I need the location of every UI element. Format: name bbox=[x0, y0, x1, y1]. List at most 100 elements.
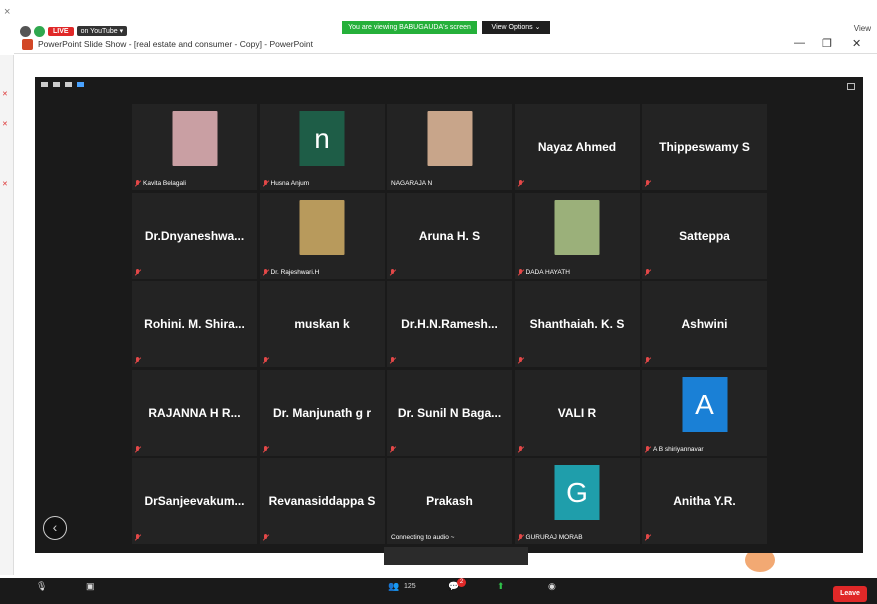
share-screen-icon[interactable]: ⬆ bbox=[497, 581, 505, 592]
participants-count: 125 bbox=[404, 583, 416, 590]
participant-tile[interactable]: RAJANNA H R... bbox=[132, 369, 257, 456]
exit-fullscreen-icon[interactable] bbox=[847, 83, 855, 90]
participant-tile[interactable]: A A B shiriyannavar bbox=[642, 369, 767, 456]
participant-tile[interactable]: Dr.H.N.Ramesh... bbox=[387, 281, 512, 367]
participant-grid: Kavita Belagali n Husna Anjum NAGARAJA N Nay… bbox=[132, 104, 767, 548]
participant-label: A B shiriyannavar bbox=[653, 445, 704, 453]
participant-tile[interactable]: NAGARAJA N bbox=[387, 104, 512, 190]
strip-view-icon[interactable] bbox=[65, 82, 72, 87]
powerpoint-icon bbox=[22, 39, 33, 50]
close-window-button[interactable]: ✕ bbox=[852, 37, 861, 50]
record-button-icon[interactable]: ◉ bbox=[548, 581, 556, 592]
meeting-controls: 🎙 ▣ 👥 125 💬 2 ⬆ ◉ Leave bbox=[0, 578, 877, 604]
participant-tile[interactable]: Prakash Connecting to audio ~ bbox=[387, 458, 512, 544]
participant-tile[interactable]: Shanthaiah. K. S bbox=[514, 281, 640, 367]
participant-photo bbox=[172, 111, 217, 166]
participant-name: Nayaz Ahmed bbox=[537, 140, 617, 154]
tooltip bbox=[384, 547, 528, 565]
shield-icon[interactable] bbox=[34, 25, 45, 37]
restore-button[interactable]: ❐ bbox=[822, 37, 832, 50]
participant-photo bbox=[554, 199, 600, 255]
mic-muted-icon bbox=[263, 445, 269, 453]
screen-share-banner: You are viewing BABUGAUDA's screen bbox=[342, 21, 477, 34]
speaker-view-icon[interactable] bbox=[53, 82, 60, 87]
window-title: PowerPoint Slide Show - [real estate and… bbox=[38, 39, 313, 49]
screen: × LIVE on YouTube ▾ You are viewing BABU… bbox=[0, 0, 877, 604]
participant-tile[interactable]: Ashwini bbox=[642, 281, 767, 367]
mic-muted-icon bbox=[518, 445, 524, 453]
mic-muted-icon bbox=[518, 534, 524, 541]
leave-button[interactable]: Leave bbox=[833, 586, 867, 602]
participant-name: Satteppa bbox=[679, 228, 730, 243]
mute-icon: ✕ bbox=[2, 181, 8, 188]
mic-muted-icon bbox=[645, 268, 651, 276]
participant-avatar: A bbox=[682, 376, 727, 432]
participant-tile[interactable]: G GURURAJ MORAB bbox=[514, 458, 640, 544]
participant-tile[interactable]: n Husna Anjum bbox=[259, 104, 385, 190]
participant-tile[interactable]: Kavita Belagali bbox=[132, 104, 257, 190]
view-button[interactable]: View bbox=[854, 24, 871, 33]
view-options-button[interactable]: View Options ⌄ bbox=[482, 21, 550, 34]
participant-tile[interactable]: Nayaz Ahmed bbox=[514, 104, 640, 190]
video-off-icon[interactable]: ▣ bbox=[86, 581, 95, 592]
participant-tile[interactable]: Dr.Dnyaneshwa... bbox=[132, 192, 257, 279]
left-sidebar: ✕ ✕ ✕ bbox=[0, 55, 14, 575]
mic-muted-icon bbox=[135, 268, 141, 276]
chat-badge: 2 bbox=[457, 578, 466, 587]
zoom-gallery: Kavita Belagali n Husna Anjum NAGARAJA N Nay… bbox=[35, 77, 863, 553]
participant-label: Dr. Rajeshwari.H bbox=[270, 268, 320, 276]
gallery-view-icon[interactable] bbox=[77, 82, 84, 87]
audio-status: Connecting to audio ~ bbox=[391, 534, 455, 541]
participant-tile[interactable]: Thippeswamy S bbox=[642, 104, 767, 190]
previous-page-button[interactable]: ‹ bbox=[43, 516, 67, 540]
mic-muted-icon bbox=[518, 357, 524, 364]
mic-muted-icon bbox=[645, 180, 651, 187]
participant-avatar: n bbox=[299, 111, 345, 166]
participant-name: Dr.Dnyaneshwa... bbox=[144, 228, 245, 243]
participant-tile[interactable]: VALI R bbox=[514, 369, 640, 456]
record-icon[interactable] bbox=[20, 25, 31, 37]
live-badge[interactable]: LIVE bbox=[48, 26, 74, 36]
participant-label: DADA HAYATH bbox=[525, 268, 570, 276]
mic-muted-icon bbox=[645, 357, 651, 364]
stream-status: LIVE on YouTube ▾ bbox=[20, 24, 128, 38]
participant-tile[interactable]: Revanasiddappa S bbox=[259, 458, 385, 544]
participant-name: VALI R bbox=[557, 405, 597, 420]
mic-muted-icon bbox=[263, 180, 269, 187]
mic-muted-icon bbox=[135, 180, 141, 187]
participant-tile[interactable]: Aruna H. S bbox=[387, 192, 512, 279]
mute-icon: ✕ bbox=[2, 121, 8, 128]
mic-muted-icon bbox=[390, 268, 396, 276]
participant-name: Anitha Y.R. bbox=[673, 494, 736, 508]
participant-tile[interactable]: DrSanjeevakum... bbox=[132, 458, 257, 544]
mic-muted-icon[interactable]: 🎙 bbox=[36, 581, 47, 592]
participant-tile[interactable]: Anitha Y.R. bbox=[642, 458, 767, 544]
mic-muted-icon bbox=[645, 534, 651, 541]
participant-name: DrSanjeevakum... bbox=[144, 494, 245, 508]
participant-label: NAGARAJA N bbox=[391, 180, 433, 187]
participant-tile[interactable]: Dr. Sunil N Baga... bbox=[387, 369, 512, 456]
participant-name: Dr.H.N.Ramesh... bbox=[401, 317, 498, 331]
mic-muted-icon bbox=[518, 180, 524, 187]
participant-name: Thippeswamy S bbox=[659, 140, 750, 154]
close-icon[interactable]: × bbox=[4, 6, 10, 18]
participant-tile[interactable]: Dr. Manjunath g r bbox=[259, 369, 385, 456]
mic-muted-icon bbox=[135, 534, 141, 541]
youtube-dropdown[interactable]: on YouTube ▾ bbox=[76, 26, 128, 36]
participant-tile[interactable]: muskan k bbox=[259, 281, 385, 367]
participant-tile[interactable]: Satteppa bbox=[642, 192, 767, 279]
participant-name: Dr. Sunil N Baga... bbox=[397, 405, 502, 420]
participant-name: Ashwini bbox=[681, 317, 728, 331]
participant-tile[interactable]: DADA HAYATH bbox=[514, 192, 640, 279]
participants-icon[interactable]: 👥 bbox=[388, 581, 399, 592]
participant-tile[interactable]: Rohini. M. Shira... bbox=[132, 281, 257, 367]
mic-muted-icon bbox=[518, 268, 524, 276]
participant-label: Husna Anjum bbox=[270, 180, 310, 187]
ppt-titlebar: PowerPoint Slide Show - [real estate and… bbox=[14, 36, 877, 54]
participant-label: Kavita Belagali bbox=[143, 180, 186, 187]
minimize-view-icon[interactable] bbox=[41, 82, 48, 87]
participant-photo bbox=[299, 199, 345, 255]
participant-name: Rohini. M. Shira... bbox=[144, 317, 245, 331]
minimize-button[interactable]: — bbox=[794, 37, 805, 49]
participant-tile[interactable]: Dr. Rajeshwari.H bbox=[259, 192, 385, 279]
